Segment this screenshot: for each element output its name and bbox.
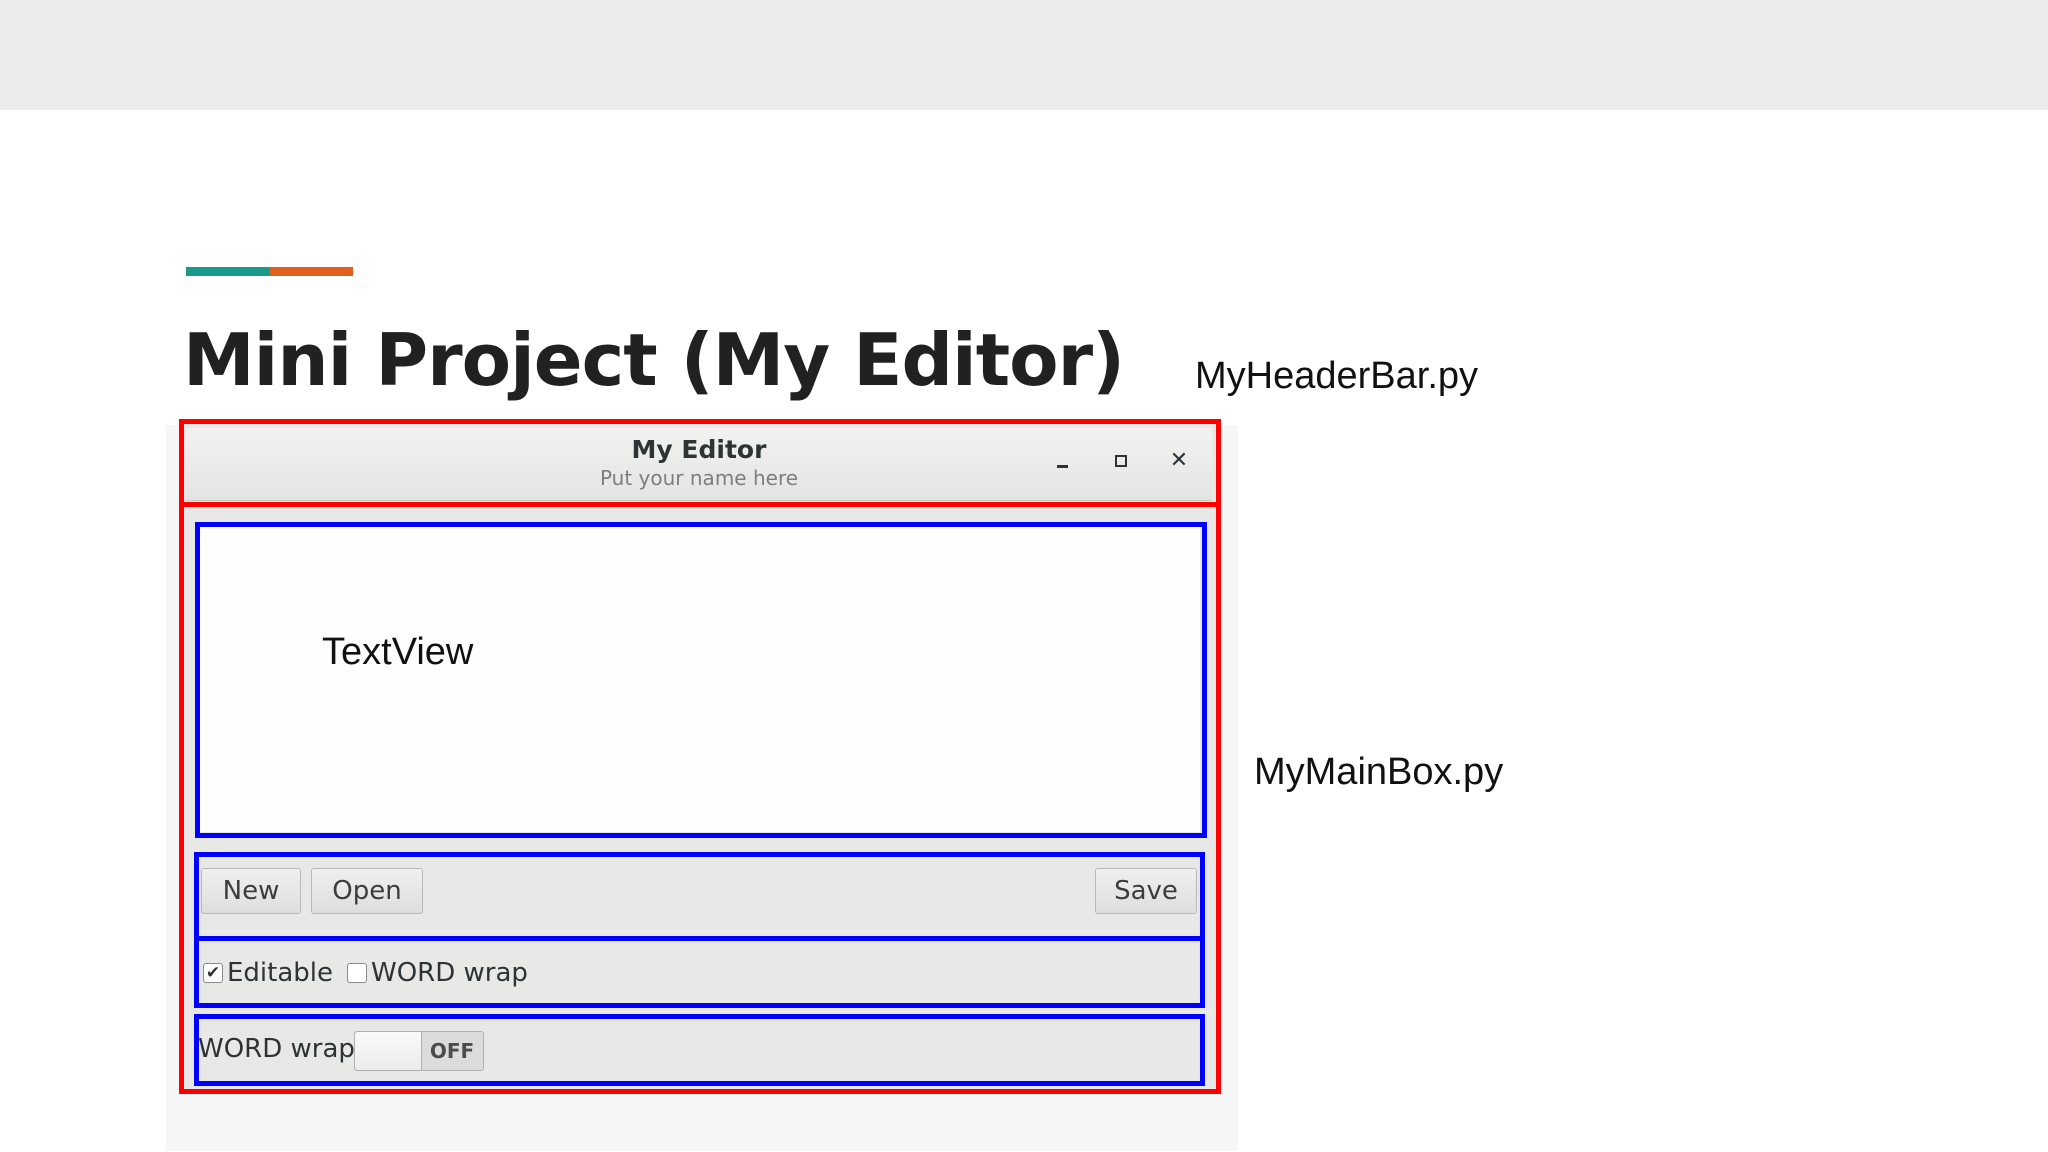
word-wrap-switch[interactable]: OFF — [354, 1031, 484, 1071]
maximize-icon — [1115, 455, 1127, 467]
new-button[interactable]: New — [201, 868, 301, 914]
textview-annotation: TextView — [322, 631, 474, 673]
text-view[interactable]: TextView — [200, 527, 1200, 832]
header-file-annotation: MyHeaderBar.py — [1195, 355, 1479, 397]
header-bar: My Editor Put your name here ✕ — [186, 428, 1212, 501]
slide-top-band — [0, 0, 2048, 110]
minimize-icon — [1056, 464, 1068, 468]
accent-bar-orange — [270, 267, 353, 276]
switch-knob — [355, 1032, 422, 1070]
maximize-button[interactable] — [1106, 446, 1136, 476]
word-wrap-checkbox-row[interactable]: WORD wrap — [347, 958, 528, 988]
save-button[interactable]: Save — [1095, 868, 1197, 914]
editable-checkbox[interactable]: ✔ — [203, 963, 223, 983]
editable-checkbox-row[interactable]: ✔ Editable — [203, 958, 333, 988]
word-wrap-checkbox[interactable] — [347, 963, 367, 983]
slide-title: Mini Project (My Editor) — [183, 318, 1125, 402]
word-wrap-checkbox-label: WORD wrap — [371, 958, 528, 988]
minimize-button[interactable] — [1047, 446, 1077, 476]
editable-label: Editable — [227, 958, 334, 988]
accent-bar-teal — [186, 267, 270, 276]
word-wrap-switch-label: WORD wrap — [198, 1034, 355, 1064]
close-icon: ✕ — [1169, 448, 1189, 473]
open-button[interactable]: Open — [311, 868, 423, 914]
close-button[interactable]: ✕ — [1164, 446, 1194, 476]
mainbox-file-annotation: MyMainBox.py — [1254, 751, 1504, 793]
switch-state: OFF — [429, 1039, 475, 1063]
